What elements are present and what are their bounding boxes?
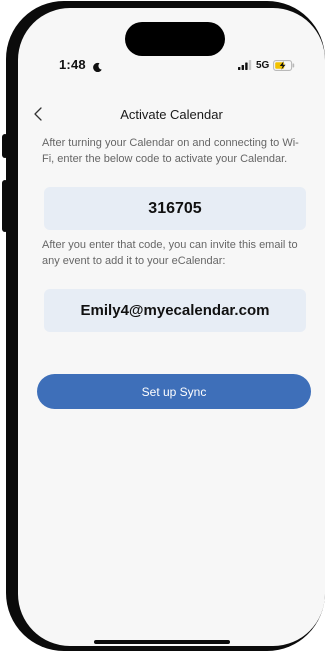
dynamic-island [125, 22, 225, 56]
activation-code-field[interactable]: 316705 [44, 187, 306, 230]
invite-instructions: After you enter that code, you can invit… [42, 239, 298, 267]
status-time: 1:48 [59, 57, 86, 72]
network-label: 5G [256, 59, 270, 71]
home-indicator[interactable] [94, 640, 230, 644]
phone-screen: 1:48 5G Activate Calendar After turning … [18, 8, 325, 646]
set-up-sync-button[interactable]: Set up Sync [37, 374, 311, 409]
signal-icon [238, 60, 252, 70]
moon-icon [92, 60, 103, 73]
activate-instructions: After turning your Calendar on and conne… [42, 137, 299, 165]
calendar-email: Emily4@myecalendar.com [80, 302, 270, 319]
nav-bar: Activate Calendar [18, 102, 325, 126]
page-title: Activate Calendar [120, 107, 223, 122]
phone-frame: 1:48 5G Activate Calendar After turning … [6, 1, 325, 651]
status-indicators: 5G [238, 58, 295, 72]
calendar-email-field[interactable]: Emily4@myecalendar.com [44, 289, 306, 332]
battery-charging-icon [273, 59, 295, 71]
activation-code: 316705 [148, 199, 202, 217]
